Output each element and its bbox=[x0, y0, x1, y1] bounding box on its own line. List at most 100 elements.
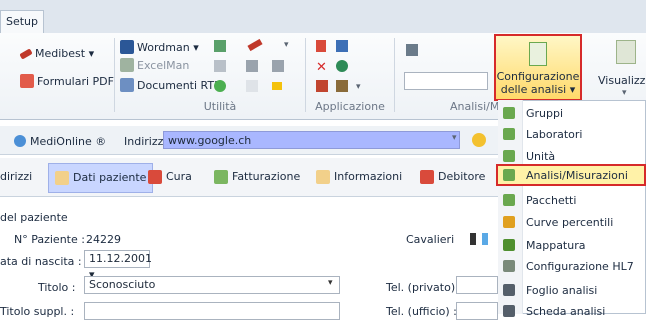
dropdown-chevron-icon[interactable]: ▾ bbox=[284, 40, 289, 50]
patient-icon bbox=[55, 171, 69, 185]
syringe-icon bbox=[148, 170, 162, 184]
tab-informazioni[interactable]: Informazioni bbox=[316, 163, 402, 191]
clipboard-icon bbox=[498, 169, 520, 181]
documenti-rtf-label: Documenti RTF bbox=[137, 78, 221, 92]
excelman-label: ExcelMan bbox=[137, 58, 190, 72]
menu-item-label: Gruppi bbox=[526, 106, 564, 120]
menu-item[interactable]: Laboratori bbox=[498, 123, 644, 145]
menu-item[interactable]: Mappatura bbox=[498, 234, 644, 256]
tab-fatturazione[interactable]: Fatturazione bbox=[214, 163, 300, 191]
dropdown-chevron-icon[interactable]: ▾ bbox=[622, 88, 627, 98]
address-input[interactable]: www.google.ch bbox=[163, 131, 460, 149]
microscope-icon bbox=[498, 305, 520, 317]
clipboard-icon bbox=[498, 128, 520, 140]
delete-icon[interactable]: ✕ bbox=[316, 60, 327, 75]
config-button-line1: Configurazione bbox=[496, 70, 580, 83]
clipboard-icon bbox=[529, 42, 547, 66]
broom-icon[interactable] bbox=[336, 80, 348, 92]
globe-icon[interactable] bbox=[336, 60, 348, 72]
settings-icon[interactable] bbox=[406, 44, 418, 56]
menu-item[interactable]: Curve percentili bbox=[498, 211, 644, 233]
menu-item-label: Unità bbox=[526, 149, 556, 163]
tel-privato-field[interactable] bbox=[456, 276, 498, 294]
menu-item-label: Foglio analisi bbox=[526, 283, 598, 297]
analisi-search-input[interactable] bbox=[404, 72, 488, 90]
menu-item[interactable]: Configurazione HL7 bbox=[498, 255, 644, 277]
dropdown-chevron-icon[interactable]: ▾ bbox=[356, 82, 361, 92]
tab-label: Dati paziente bbox=[73, 171, 147, 184]
users-icon[interactable] bbox=[336, 40, 348, 52]
user-icon[interactable] bbox=[316, 40, 326, 52]
pdf-icon bbox=[20, 74, 34, 88]
menu-item[interactable]: Foglio analisi bbox=[498, 279, 644, 301]
titolo-dropdown-icon[interactable]: ▾ bbox=[328, 278, 333, 288]
menu-item[interactable]: Scheda analisi bbox=[498, 300, 644, 322]
wordman-label: Wordman ▾ bbox=[137, 40, 199, 54]
cavalieri-color-blue[interactable] bbox=[482, 233, 488, 245]
menu-item[interactable]: Gruppi bbox=[498, 102, 644, 124]
figure-icon bbox=[498, 216, 520, 228]
menu-item[interactable]: Analisi/Misurazioni bbox=[496, 164, 646, 186]
menu-item[interactable]: Pacchetti bbox=[498, 189, 644, 211]
medibest-label: Medibest ▾ bbox=[35, 47, 95, 60]
tab-label: dirizzi bbox=[0, 170, 33, 183]
tel-ufficio-label: Tel. (ufficio) : bbox=[386, 305, 457, 318]
pill-icon bbox=[19, 47, 33, 60]
info-person-icon bbox=[316, 170, 330, 184]
medionline-label[interactable]: MediOnline ® bbox=[30, 135, 106, 148]
refresh-icon[interactable] bbox=[214, 80, 226, 92]
configurazione-analisi-button[interactable]: Configurazione delle analisi ▾ bbox=[494, 34, 582, 101]
key-icon[interactable] bbox=[316, 80, 328, 92]
menu-item-label: Curve percentili bbox=[526, 215, 614, 229]
tools-icon[interactable] bbox=[214, 40, 226, 52]
medibest-button[interactable]: Medibest ▾ bbox=[19, 47, 95, 60]
cavalieri-color-dark[interactable] bbox=[470, 233, 476, 245]
data-nascita-field[interactable]: 11.12.2001 ▾ bbox=[84, 250, 152, 281]
calendar-icon[interactable] bbox=[214, 60, 226, 72]
titolo-suppl-field[interactable] bbox=[84, 302, 340, 320]
group-analisi-label: Analisi/Mis bbox=[450, 100, 509, 113]
num-paziente-label: N° Paziente : bbox=[14, 233, 85, 246]
titolo-select[interactable]: Sconosciuto bbox=[84, 276, 340, 294]
menu-item-label: Analisi/Misurazioni bbox=[526, 168, 628, 182]
microscope-icon bbox=[498, 284, 520, 296]
syringe-icon bbox=[420, 170, 434, 184]
config-button-line2: delle analisi ▾ bbox=[500, 83, 576, 96]
tab-label: Cura bbox=[166, 170, 192, 183]
wordman-button[interactable]: Wordman ▾ bbox=[120, 40, 199, 54]
address-dropdown-icon[interactable]: ▾ bbox=[452, 133, 457, 143]
browser-icon[interactable] bbox=[472, 133, 486, 147]
section-title: del paziente bbox=[0, 211, 68, 224]
tab-cura[interactable]: Cura bbox=[148, 163, 192, 191]
color-swatch-icon[interactable] bbox=[272, 82, 282, 90]
ribbon-divider bbox=[114, 38, 115, 112]
documenti-rtf-button[interactable]: Documenti RTF bbox=[120, 78, 220, 92]
tab-label: Informazioni bbox=[334, 170, 403, 183]
group-applicazione-label: Applicazione bbox=[315, 100, 385, 113]
tab-setup[interactable]: Setup bbox=[0, 10, 44, 34]
menu-items: Gruppi Laboratori Unità Analisi/Misurazioni… bbox=[496, 100, 646, 318]
visualizza-button[interactable]: Visualizza bbox=[598, 74, 646, 87]
tab-debitore[interactable]: Debitore bbox=[420, 163, 485, 191]
group-utilita-label: Utilità bbox=[203, 100, 237, 113]
page-icon[interactable] bbox=[246, 80, 258, 92]
tab-indirizzi[interactable]: dirizzi bbox=[0, 163, 32, 191]
brush-icon[interactable] bbox=[272, 60, 284, 72]
excel-icon bbox=[120, 58, 134, 72]
tel-privato-label: Tel. (privato) : bbox=[386, 281, 463, 294]
tab-label: Debitore bbox=[438, 170, 486, 183]
visualizza-icon bbox=[616, 40, 636, 64]
tel-ufficio-field[interactable] bbox=[456, 302, 498, 320]
menu-item-label: Configurazione HL7 bbox=[526, 259, 634, 273]
pen-icon[interactable] bbox=[246, 60, 258, 72]
tab-dati-paziente[interactable]: Dati paziente bbox=[48, 163, 154, 193]
menu-item-label: Laboratori bbox=[526, 127, 583, 141]
ribbon-tab-strip bbox=[0, 0, 646, 34]
clipboard-icon bbox=[498, 194, 520, 206]
ribbon-divider bbox=[305, 38, 306, 112]
excelman-button[interactable]: ExcelMan bbox=[120, 58, 189, 72]
globe-icon bbox=[14, 135, 26, 147]
cavalieri-label: Cavalieri bbox=[406, 233, 455, 246]
formulari-pdf-button[interactable]: Formulari PDF bbox=[20, 74, 114, 88]
formulari-pdf-label: Formulari PDF bbox=[37, 74, 114, 88]
